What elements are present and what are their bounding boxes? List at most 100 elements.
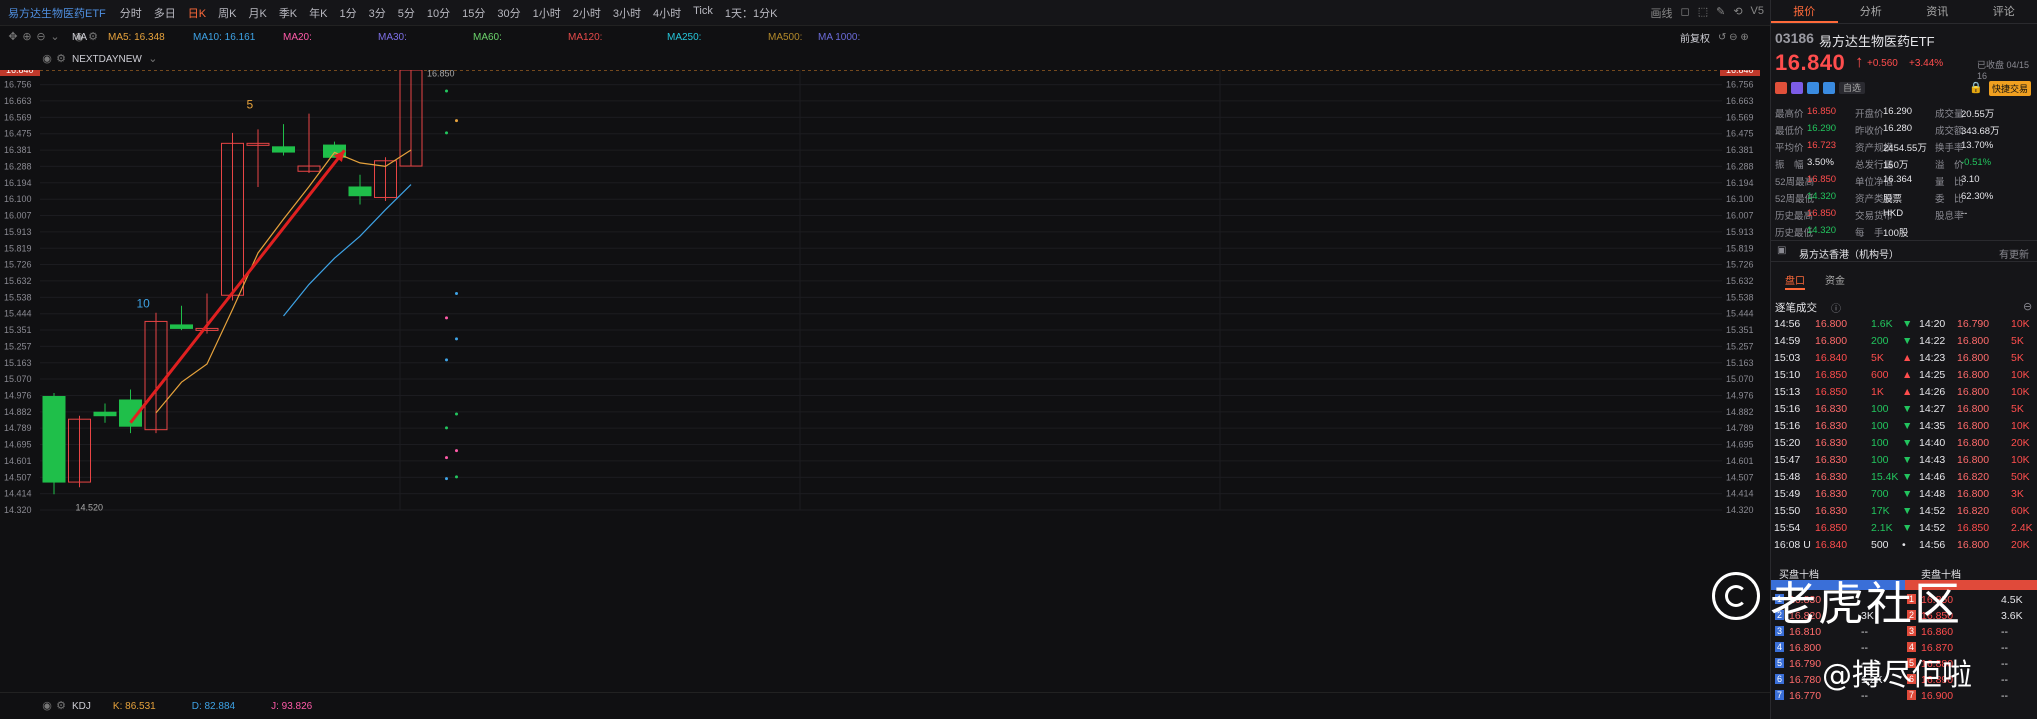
period-1[interactable]: 多日 <box>148 5 182 21</box>
stock-name: 易方达生物医药ETF <box>1819 34 1935 49</box>
candle-body[interactable] <box>170 324 193 329</box>
y-tick-right: 16.194 <box>1726 178 1754 188</box>
trade-cell: 14:40 <box>1919 437 1946 449</box>
fund-icon: ▣ <box>1777 245 1787 256</box>
count-label-a: 5 <box>247 97 254 111</box>
candlestick-chart[interactable]: 16.756 16.756 16.663 16.663 16.569 16.569 16.4… <box>0 63 1770 692</box>
zoom-out-icon[interactable]: ⊖ <box>34 30 48 44</box>
trade-cell: 5K <box>1871 352 1884 364</box>
settings-icon[interactable]: ⚙ <box>54 699 68 713</box>
trade-cell: 16.800 <box>1957 403 1990 415</box>
period-2[interactable]: 日K <box>182 5 212 21</box>
period-5[interactable]: 季K <box>273 5 303 21</box>
tab-news[interactable]: 资讯 <box>1904 0 1971 23</box>
symbol-selector[interactable]: 易方达生物医药ETF <box>4 5 114 21</box>
reset-icon[interactable]: ↺ ⊖ ⊕ <box>1718 32 1749 43</box>
period-16[interactable]: 4小时 <box>647 5 687 21</box>
y-tick-left: 15.819 <box>4 243 32 253</box>
y-tick-left: 16.475 <box>4 129 32 139</box>
trade-cell: 14:46 <box>1919 471 1946 483</box>
pen-icon[interactable]: ✎ <box>1716 5 1725 21</box>
stat-label: 成交量 <box>1935 109 1964 120</box>
period-17[interactable]: Tick <box>687 5 719 21</box>
move-icon[interactable]: ✥ <box>6 30 20 44</box>
nextday-indicator-label[interactable]: NEXTDAYNEW <box>72 54 142 65</box>
zoom-in-icon[interactable]: ⊕ <box>20 30 34 44</box>
toolbar-right-icons: 画线 ◻ ⬚ ✎ ⟲ V5 <box>1651 5 1764 21</box>
trade-cell: 15:48 <box>1774 471 1801 483</box>
period-12[interactable]: 30分 <box>491 5 526 21</box>
period-13[interactable]: 1小时 <box>527 5 567 21</box>
y-tick-right: 16.756 <box>1726 80 1754 90</box>
y-tick-left: 14.601 <box>4 456 32 466</box>
trade-cell: 15:16 <box>1774 403 1801 415</box>
book-cell: 16.800 <box>1789 642 1822 654</box>
y-tick-left: 14.414 <box>4 489 32 499</box>
chevron-down-icon[interactable]: ⌄ <box>146 52 160 66</box>
trade-cell: 16.800 <box>1957 488 1990 500</box>
y-tick-right: 16.475 <box>1726 129 1754 139</box>
y-tick-left: 14.320 <box>4 505 32 515</box>
period-4[interactable]: 月K <box>242 5 272 21</box>
candle-body[interactable] <box>272 146 295 153</box>
info-icon[interactable]: ⓘ <box>1831 300 1841 315</box>
draw-tool-button[interactable]: 画线 <box>1651 5 1673 21</box>
period-18[interactable]: 1天：1分K <box>719 5 784 21</box>
trade-cell: 14:23 <box>1919 352 1946 364</box>
period-6[interactable]: 年K <box>303 5 333 21</box>
tab-comments[interactable]: 评论 <box>1971 0 2037 23</box>
stat-value: 16.280 <box>1883 123 1913 134</box>
collapse-icon[interactable]: ⊖ <box>2023 300 2032 313</box>
adjust-mode-button[interactable]: 前复权 <box>1680 30 1710 45</box>
stat-value: 150万 <box>1883 160 1909 171</box>
y-tick-right: 15.163 <box>1726 358 1754 368</box>
fund-row[interactable]: ▣ 易方达香港（机构号） 有更新 <box>1771 240 2037 262</box>
period-0[interactable]: 分时 <box>114 5 148 21</box>
window-icon[interactable]: ⬚ <box>1698 5 1708 21</box>
kdj-label[interactable]: KDJ <box>72 701 91 712</box>
settings-icon[interactable]: ⚙ <box>54 52 68 66</box>
y-tick-right: 14.789 <box>1726 423 1754 433</box>
lock-icon[interactable]: 🔒 <box>1969 81 1983 94</box>
trade-row: 15:47 16.830 100 ▼ 14:43 16.800 10K <box>1771 454 2037 470</box>
quick-trade-button[interactable]: 快捷交易 <box>1989 81 2032 96</box>
trade-row: 15:50 16.830 17K ▼ 14:52 16.820 60K <box>1771 505 2037 521</box>
y-tick-right: 14.601 <box>1726 456 1754 466</box>
trade-cell: 20K <box>2011 437 2030 449</box>
trade-cell: 15.4K <box>1871 471 1899 483</box>
trade-cell: 16.800 <box>1815 318 1848 330</box>
ma-label[interactable]: MA <box>72 32 87 43</box>
settings-icon[interactable]: ⚙ <box>86 30 100 44</box>
trade-cell: 15:50 <box>1774 505 1801 517</box>
trade-cell: ▼ <box>1902 471 1913 483</box>
period-11[interactable]: 15分 <box>456 5 491 21</box>
tab-quote[interactable]: 报价 <box>1771 0 1838 23</box>
trade-cell: 16.830 <box>1815 488 1848 500</box>
period-10[interactable]: 10分 <box>421 5 456 21</box>
tab-capital[interactable]: 资金 <box>1825 272 1845 290</box>
period-8[interactable]: 3分 <box>363 5 392 21</box>
min-price-label: 14.520 <box>76 502 104 512</box>
eye-icon[interactable]: ◉ <box>40 699 54 713</box>
period-14[interactable]: 2小时 <box>567 5 607 21</box>
period-7[interactable]: 1分 <box>334 5 363 21</box>
refresh-icon[interactable]: ⟲ <box>1733 5 1742 21</box>
watchlist-tag[interactable]: 自选 <box>1839 82 1866 94</box>
connect-badge-icon <box>1807 82 1819 94</box>
eye-icon[interactable]: ◉ <box>40 52 54 66</box>
tab-orderbook[interactable]: 盘口 <box>1785 272 1805 290</box>
candle-body[interactable] <box>348 186 372 197</box>
candle-body[interactable] <box>42 396 66 483</box>
projection-dot <box>445 477 448 481</box>
trade-cell: 16.800 <box>1957 335 1990 347</box>
book-cell: 4.5K <box>2001 594 2023 606</box>
chevron-down-icon[interactable]: ⌄ <box>48 30 62 44</box>
tab-analysis[interactable]: 分析 <box>1838 0 1905 23</box>
period-9[interactable]: 5分 <box>392 5 421 21</box>
period-3[interactable]: 周K <box>212 5 242 21</box>
period-15[interactable]: 3小时 <box>607 5 647 21</box>
y-tick-right: 16.007 <box>1726 210 1754 220</box>
layout-icon[interactable]: ◻ <box>1681 5 1690 21</box>
y-tick-right: 15.913 <box>1726 227 1754 237</box>
candle-body[interactable] <box>93 411 117 417</box>
